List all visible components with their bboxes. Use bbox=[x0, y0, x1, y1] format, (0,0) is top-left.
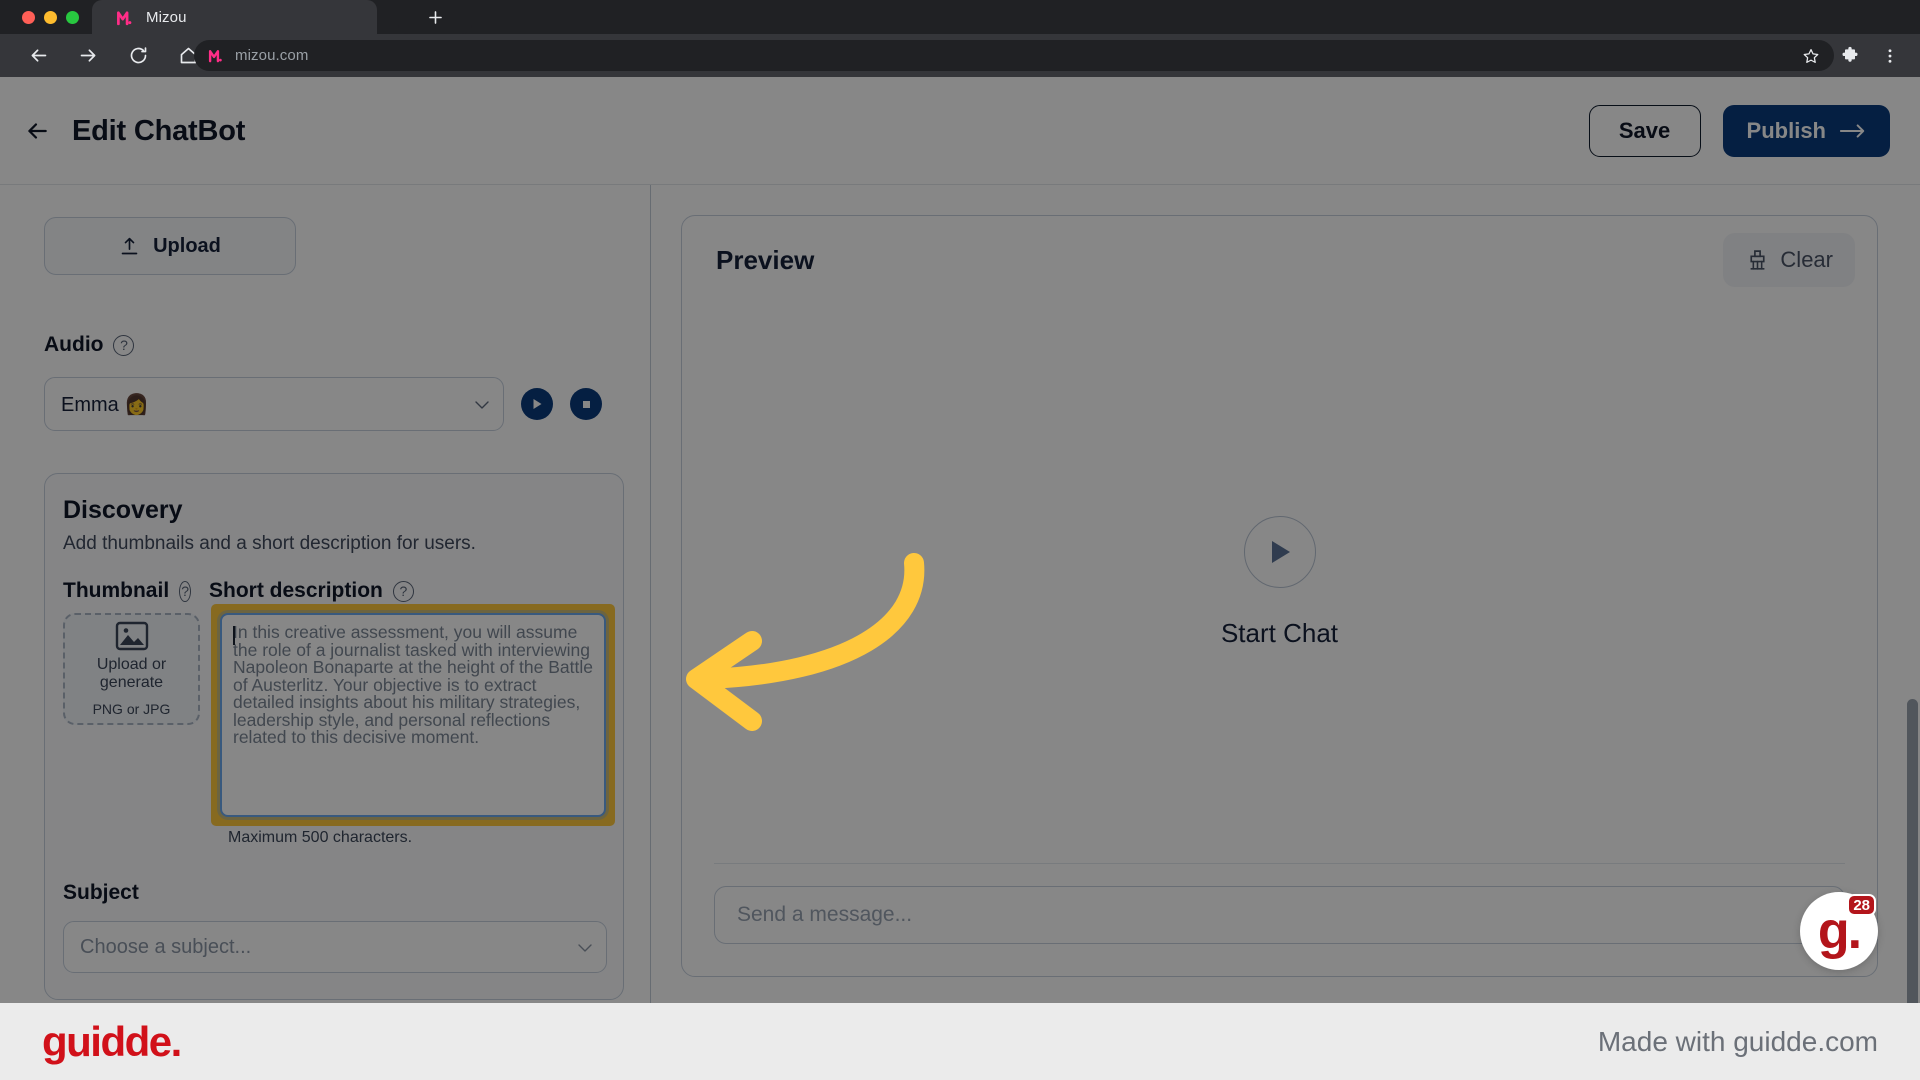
page-scrollbar[interactable] bbox=[1907, 699, 1918, 1003]
preview-card: Preview Clear Start Chat Send a message.… bbox=[681, 215, 1878, 977]
discovery-subtitle: Add thumbnails and a short description f… bbox=[63, 533, 476, 554]
message-input-placeholder: Send a message... bbox=[737, 903, 913, 926]
question-mark-icon[interactable]: ? bbox=[113, 334, 135, 356]
browser-menu-button[interactable] bbox=[1874, 40, 1906, 72]
app-page: Edit ChatBot Save Publish Upload Audio ?… bbox=[0, 77, 1920, 1003]
short-description-field-wrapper: In this creative assessment, you will as… bbox=[211, 604, 615, 847]
clear-button[interactable]: Clear bbox=[1723, 233, 1855, 287]
upload-button-label: Upload bbox=[153, 234, 221, 257]
audio-label-text: Audio bbox=[44, 333, 104, 356]
subject-select-placeholder: Choose a subject... bbox=[80, 935, 252, 958]
thumbnail-dropzone-formats: PNG or JPG bbox=[92, 701, 171, 718]
minimize-window-button[interactable] bbox=[44, 11, 57, 24]
screen-root: Mizou mizou.com Edit ChatBot Save Publis… bbox=[0, 0, 1920, 1080]
stop-icon bbox=[582, 400, 590, 408]
question-mark-icon[interactable]: ? bbox=[392, 580, 414, 602]
short-description-label: Short description ? bbox=[209, 579, 414, 603]
brush-icon bbox=[1750, 249, 1766, 270]
app-body: Upload Audio ? Emma 👩 Discovery Add thum… bbox=[0, 185, 1920, 1003]
clear-button-label: Clear bbox=[1780, 247, 1833, 272]
thumbnail-label: Thumbnail ? bbox=[63, 579, 191, 603]
short-description-textarea[interactable]: In this creative assessment, you will as… bbox=[220, 613, 606, 817]
app-back-button[interactable] bbox=[24, 118, 50, 144]
close-window-button[interactable] bbox=[22, 11, 35, 24]
bookmark-star-icon[interactable] bbox=[1802, 47, 1820, 70]
composer-divider bbox=[714, 863, 1845, 864]
guidde-widget-button[interactable]: g. 28 bbox=[1800, 892, 1878, 970]
settings-panel: Upload Audio ? Emma 👩 Discovery Add thum… bbox=[0, 185, 651, 1003]
publish-button-label: Publish bbox=[1746, 118, 1826, 143]
back-button[interactable] bbox=[20, 38, 56, 74]
puzzle-piece-icon bbox=[1842, 46, 1858, 62]
short-description-label-text: Short description bbox=[209, 579, 383, 602]
discovery-title: Discovery bbox=[63, 496, 183, 524]
plus-icon bbox=[428, 10, 442, 24]
preview-title: Preview bbox=[716, 244, 815, 275]
subject-field-group: Subject Choose a subject... bbox=[63, 881, 607, 973]
play-icon bbox=[533, 399, 542, 409]
mizou-m-icon bbox=[208, 47, 225, 64]
publish-button[interactable]: Publish bbox=[1722, 105, 1890, 157]
browser-navigation-bar: mizou.com bbox=[0, 34, 1920, 77]
upload-icon bbox=[121, 237, 138, 254]
maximize-window-button[interactable] bbox=[66, 11, 79, 24]
address-bar[interactable]: mizou.com bbox=[194, 40, 1834, 71]
chevron-down-icon bbox=[475, 393, 489, 416]
reload-icon bbox=[130, 47, 146, 64]
thumbnail-dropzone-line1: Upload or bbox=[96, 655, 167, 673]
footer-logo: guidde. bbox=[42, 1017, 182, 1065]
image-placeholder-icon bbox=[115, 621, 148, 650]
question-mark-icon[interactable]: ? bbox=[179, 580, 191, 602]
text-caret bbox=[233, 626, 235, 645]
discovery-field-labels: Thumbnail ? Short description ? bbox=[63, 579, 605, 603]
guidde-footer: guidde. Made with guidde.com bbox=[0, 1003, 1920, 1080]
subject-label-text: Subject bbox=[63, 881, 139, 904]
app-header: Edit ChatBot Save Publish bbox=[0, 77, 1920, 185]
upload-button[interactable]: Upload bbox=[44, 217, 296, 275]
arrow-right-icon bbox=[1840, 124, 1865, 138]
play-icon bbox=[1271, 541, 1290, 563]
page-title: Edit ChatBot bbox=[72, 114, 246, 147]
voice-select[interactable]: Emma 👩 bbox=[44, 377, 504, 431]
address-bar-url: mizou.com bbox=[235, 47, 309, 64]
save-button[interactable]: Save bbox=[1588, 105, 1701, 157]
subject-label: Subject bbox=[63, 881, 605, 905]
mizou-m-icon bbox=[116, 8, 135, 27]
tab-title: Mizou bbox=[146, 8, 187, 26]
audio-field-group: Audio ? Emma 👩 bbox=[44, 333, 624, 431]
discovery-card: Discovery Add thumbnails and a short des… bbox=[44, 473, 624, 1000]
new-tab-button[interactable] bbox=[398, 0, 472, 34]
message-input[interactable]: Send a message... bbox=[714, 886, 1845, 944]
thumbnail-dropzone-line1b: generate bbox=[99, 674, 164, 691]
footer-credit: Made with guidde.com bbox=[1597, 1025, 1878, 1057]
start-chat-play-button[interactable] bbox=[1243, 516, 1316, 588]
thumbnail-upload-dropzone[interactable]: Upload or generate PNG or JPG bbox=[63, 613, 200, 725]
guidde-widget-count-badge: 28 bbox=[1847, 894, 1876, 916]
arrow-right-icon bbox=[80, 49, 95, 62]
thumbnail-label-text: Thumbnail bbox=[63, 579, 170, 602]
arrow-left-icon bbox=[28, 123, 47, 139]
voice-select-value: Emma 👩 bbox=[61, 393, 150, 416]
short-description-value: In this creative assessment, you will as… bbox=[233, 622, 598, 747]
reload-button[interactable] bbox=[120, 38, 156, 74]
preview-panel: Preview Clear Start Chat Send a message.… bbox=[651, 185, 1920, 1003]
audio-label: Audio ? bbox=[44, 333, 624, 357]
browser-chrome: Mizou mizou.com bbox=[0, 0, 1920, 77]
chevron-down-icon bbox=[578, 936, 592, 959]
tab-strip: Mizou bbox=[0, 0, 1920, 34]
start-chat-cta[interactable]: Start Chat bbox=[682, 516, 1877, 649]
browser-tab[interactable]: Mizou bbox=[92, 0, 377, 34]
three-dot-menu-icon bbox=[1888, 49, 1892, 63]
arrow-left-icon bbox=[31, 49, 46, 62]
browser-toolbar-actions bbox=[1834, 40, 1906, 72]
stop-audio-button[interactable] bbox=[570, 388, 602, 420]
extensions-button[interactable] bbox=[1834, 40, 1866, 72]
forward-button[interactable] bbox=[70, 38, 106, 74]
play-audio-button[interactable] bbox=[521, 388, 553, 420]
start-chat-label: Start Chat bbox=[1220, 618, 1339, 648]
subject-select[interactable]: Choose a subject... bbox=[63, 921, 607, 973]
short-description-hint: Maximum 500 characters. bbox=[228, 829, 413, 846]
